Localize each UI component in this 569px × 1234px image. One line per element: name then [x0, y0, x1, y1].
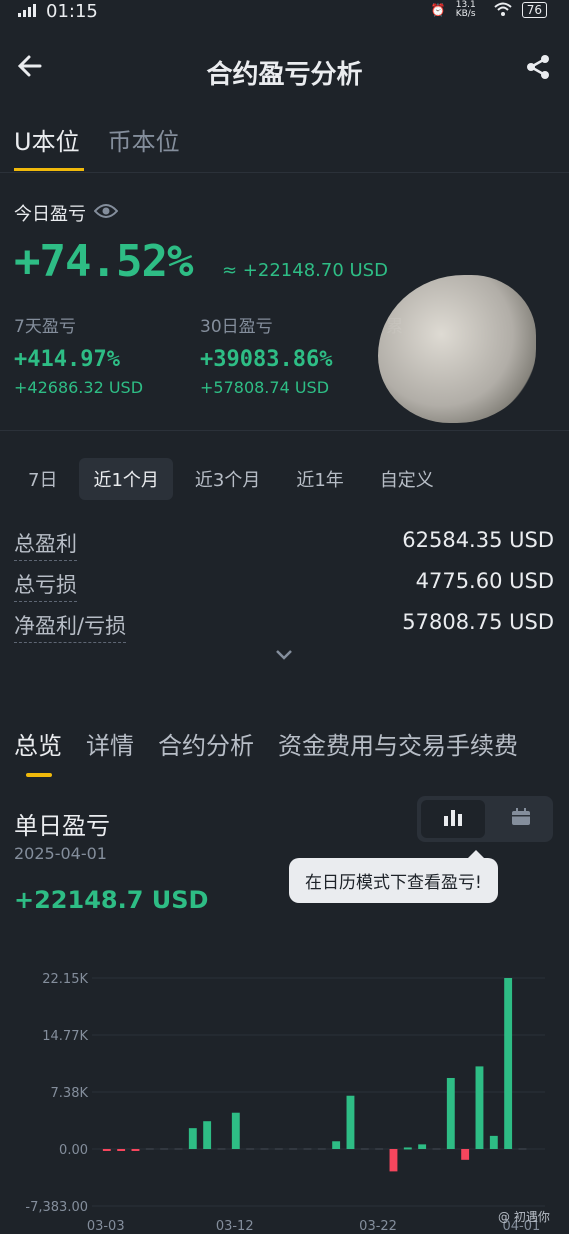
bar[interactable]: [174, 1148, 183, 1150]
bar[interactable]: [117, 1149, 126, 1152]
today-pnl-percent: +74.52%: [14, 236, 193, 287]
bar[interactable]: [446, 1077, 455, 1150]
period-1m[interactable]: 近1个月: [79, 458, 173, 500]
tab-overview[interactable]: 总览: [14, 726, 62, 777]
summary-value: 57808.75 USD: [402, 610, 554, 634]
tab-u-margined[interactable]: U本位: [14, 122, 84, 171]
bar[interactable]: [289, 1148, 298, 1150]
x-tick-label: 03-03: [87, 1219, 125, 1234]
bar[interactable]: [203, 1121, 212, 1150]
stat-percent: +414.97%: [14, 347, 120, 372]
view-toggle: [417, 796, 553, 842]
analysis-tabs: 总览 详情 合约分析 资金费用与交易手续费: [14, 726, 518, 777]
wifi-icon: [494, 2, 512, 19]
bar[interactable]: [188, 1128, 197, 1150]
bar[interactable]: [260, 1148, 269, 1150]
summary-key[interactable]: 净盈利/亏损: [14, 610, 127, 643]
divider: [0, 172, 569, 173]
tab-contract-analysis[interactable]: 合约分析: [158, 726, 254, 761]
bar[interactable]: [332, 1141, 341, 1150]
bar[interactable]: [131, 1149, 140, 1152]
stat-usd: +42686.32 USD: [14, 378, 144, 397]
stat-label: 7天盈亏: [14, 317, 76, 337]
share-icon[interactable]: [525, 54, 551, 84]
x-tick-label: 03-22: [359, 1219, 397, 1234]
bar[interactable]: [346, 1095, 355, 1150]
watermark: @ 初遇你: [498, 1210, 550, 1224]
y-tick-label: 7.38K: [51, 1086, 89, 1101]
bar[interactable]: [246, 1148, 255, 1150]
bar[interactable]: [303, 1148, 312, 1150]
tab-fees[interactable]: 资金费用与交易手续费: [278, 726, 518, 761]
bar[interactable]: [217, 1148, 226, 1150]
stat-label: 30日盈亏: [200, 317, 273, 337]
daily-pnl-value: +22148.7 USD: [14, 886, 209, 914]
x-tick-label: 03-12: [216, 1219, 254, 1234]
period-custom[interactable]: 自定义: [366, 458, 448, 500]
y-tick-label: 22.15K: [42, 972, 88, 987]
stat-percent: +39083.86%: [200, 347, 333, 372]
bar[interactable]: [518, 1148, 527, 1150]
divider: [0, 430, 569, 431]
summary-key[interactable]: 总亏损: [14, 569, 77, 602]
y-tick-label: 0.00: [59, 1143, 88, 1158]
stat-usd: +57808.74 USD: [200, 378, 330, 397]
bar[interactable]: [102, 1149, 111, 1152]
daily-pnl-title: 单日盈亏: [14, 812, 110, 840]
summary-row: 总盈利 62584.35 USD: [14, 528, 554, 561]
bar[interactable]: [504, 978, 513, 1150]
bar-chart-view-button[interactable]: [421, 800, 485, 838]
y-tick-label: -7,383.00: [25, 1200, 88, 1215]
page-title: 合约盈亏分析: [206, 60, 363, 90]
today-pnl-label: 今日盈亏: [14, 200, 119, 226]
tab-details[interactable]: 详情: [86, 726, 134, 761]
bar[interactable]: [375, 1148, 384, 1150]
eye-icon[interactable]: [93, 203, 119, 224]
summary-value: 62584.35 USD: [402, 528, 554, 552]
status-time: 01:15: [46, 1, 98, 22]
top-nav: 合约盈亏分析: [0, 42, 569, 98]
period-3m[interactable]: 近3个月: [181, 458, 274, 500]
bar[interactable]: [274, 1148, 283, 1150]
calendar-view-button[interactable]: [489, 796, 553, 842]
bar[interactable]: [418, 1144, 427, 1150]
bar[interactable]: [475, 1066, 484, 1150]
summary-row: 总亏损 4775.60 USD: [14, 569, 554, 602]
summary-value: 4775.60 USD: [415, 569, 554, 593]
bar[interactable]: [160, 1148, 169, 1150]
bar[interactable]: [432, 1148, 441, 1150]
bar[interactable]: [231, 1112, 240, 1150]
tab-coin-margined[interactable]: 币本位: [108, 122, 180, 157]
stat-7d: 7天盈亏 +414.97% +42686.32 USD: [14, 312, 143, 397]
bar[interactable]: [145, 1148, 154, 1150]
margin-type-tabs: U本位 币本位: [14, 122, 180, 171]
daily-pnl-chart: 22.15K 14.77K 7.38K 0.00 -7,383.00 03-03 03-1…: [25, 972, 545, 1234]
period-1y[interactable]: 近1年: [282, 458, 357, 500]
bar[interactable]: [461, 1149, 470, 1160]
chevron-down-icon[interactable]: [274, 646, 294, 667]
summary-key[interactable]: 总盈利: [14, 528, 77, 561]
battery-level: 76: [521, 2, 547, 18]
calendar-icon: [511, 808, 531, 830]
bar-chart-icon: [442, 808, 464, 830]
calendar-tooltip: 在日历模式下查看盈亏!: [289, 850, 498, 903]
period-7d[interactable]: 7日: [14, 458, 71, 500]
stat-30d: 30日盈亏 +39083.86% +57808.74 USD: [200, 312, 332, 397]
period-tabs: 7日 近1个月 近3个月 近1年 自定义: [14, 458, 448, 500]
today-pnl-usd: ≈ +22148.70 USD: [222, 260, 388, 281]
bar[interactable]: [403, 1147, 412, 1150]
network-speed: 13.1 KB/s: [455, 0, 476, 19]
daily-pnl-date: 2025-04-01: [14, 844, 107, 863]
bar[interactable]: [389, 1149, 398, 1172]
bar[interactable]: [489, 1135, 498, 1150]
bar[interactable]: [317, 1148, 326, 1150]
alarm-icon: ⏰: [430, 3, 446, 17]
summary-row: 净盈利/亏损 57808.75 USD: [14, 610, 554, 643]
today-label-text: 今日盈亏: [14, 204, 86, 225]
sticker-overlay: [378, 275, 536, 423]
y-tick-label: 14.77K: [42, 1029, 88, 1044]
signal-icon: [18, 3, 40, 20]
bar[interactable]: [360, 1148, 369, 1150]
status-bar: 01:15 ⏰ 13.1 KB/s 76: [0, 0, 569, 24]
